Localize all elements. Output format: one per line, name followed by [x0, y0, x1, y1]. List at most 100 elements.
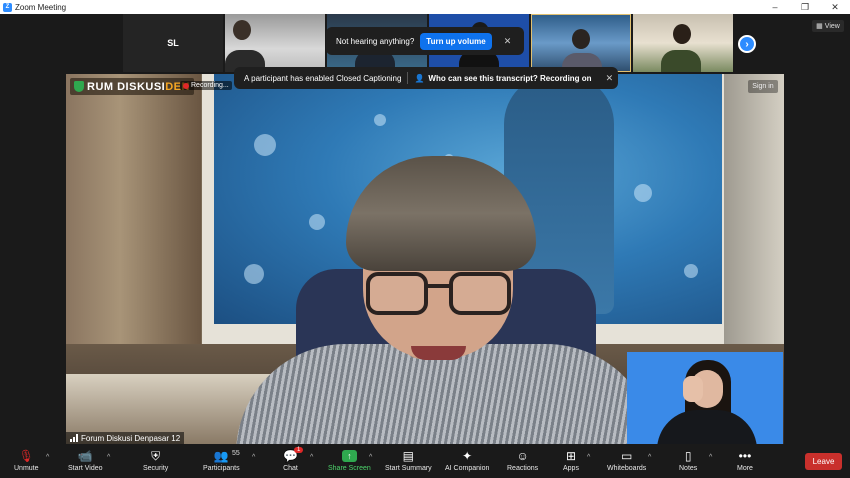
chevron-right-icon: ›	[745, 38, 749, 50]
whiteboards-button[interactable]: ▭ Whiteboards	[607, 448, 646, 472]
chevron-up-icon[interactable]: ^	[46, 454, 49, 461]
ai-companion-button[interactable]: ✦ AI Companion	[445, 448, 489, 472]
share-screen-button[interactable]: ↑ Share Screen	[328, 448, 371, 472]
chevron-up-icon[interactable]: ^	[648, 454, 651, 461]
title-bar: Z Zoom Meeting – ❐ ✕	[0, 0, 850, 14]
notes-label: Notes	[679, 465, 698, 472]
transcript-info-link[interactable]: Who can see this transcript? Recording o…	[428, 74, 591, 83]
participant-name-label: Forum Diskusi Denpasar 12	[66, 432, 185, 444]
participant-tile-active[interactable]	[531, 14, 631, 72]
painting-bubble	[254, 134, 276, 156]
volume-notification-text: Not hearing anything?	[336, 36, 415, 46]
security-button[interactable]: ⛨ Security	[143, 448, 169, 473]
divider	[407, 72, 409, 84]
interpreter-body	[657, 410, 757, 444]
close-icon[interactable]: ✕	[606, 73, 614, 84]
participant-tile[interactable]: SL	[123, 14, 223, 72]
sign-language-interpreter-video[interactable]	[627, 352, 783, 444]
sign-in-button[interactable]: Sign in	[748, 80, 778, 93]
security-label: Security	[143, 465, 169, 472]
whiteboards-label: Whiteboards	[607, 465, 647, 472]
start-summary-button[interactable]: ▤ Start Summary	[385, 448, 432, 472]
chat-badge: 1	[294, 447, 304, 453]
painting-bubble	[634, 184, 652, 202]
participants-count: 55	[232, 450, 240, 457]
chevron-up-icon[interactable]: ^	[310, 454, 313, 461]
apps-button[interactable]: ⊞ Apps	[563, 448, 579, 472]
whiteboard-icon: ▭	[620, 449, 633, 463]
start-video-button[interactable]: 📹 Start Video	[68, 448, 103, 472]
more-label: More	[737, 465, 753, 472]
ai-companion-label: AI Companion	[445, 465, 490, 472]
apps-icon: ⊞	[565, 449, 577, 463]
participant-head	[572, 29, 590, 49]
captions-notification-text: A participant has enabled Closed Caption…	[244, 73, 402, 83]
shield-icon: ⛨	[151, 448, 161, 463]
apps-label: Apps	[563, 465, 579, 472]
captions-notification: A participant has enabled Closed Caption…	[234, 67, 618, 89]
turn-up-volume-button[interactable]: Turn up volume	[420, 32, 492, 50]
gallery-next-button[interactable]: ›	[738, 35, 756, 53]
chevron-up-icon[interactable]: ^	[709, 454, 712, 461]
chat-label: Chat	[283, 465, 298, 472]
glasses-lens	[366, 272, 428, 315]
share-screen-icon: ↑	[341, 450, 357, 462]
glasses-lens	[449, 272, 511, 315]
recording-dot-icon	[183, 82, 189, 89]
minimize-button[interactable]: –	[760, 2, 790, 12]
close-window-button[interactable]: ✕	[820, 2, 850, 13]
share-screen-label: Share Screen	[328, 465, 371, 472]
recording-label: Recording...	[191, 82, 229, 89]
signal-icon	[70, 434, 78, 442]
notes-icon: ▯	[684, 449, 692, 463]
shield-icon	[74, 81, 84, 92]
participant-initials: SL	[167, 38, 179, 48]
window-title: Zoom Meeting	[15, 2, 67, 12]
zoom-logo-icon: Z	[3, 2, 12, 12]
glasses-bridge	[428, 284, 450, 288]
notes-button[interactable]: ▯ Notes	[679, 448, 697, 472]
more-icon: •••	[738, 449, 752, 463]
participant-tile[interactable]	[633, 14, 733, 72]
forum-logo: RUM DISKUSI DEN	[70, 78, 194, 95]
sparkle-icon: ✦	[462, 449, 473, 463]
participant-head	[233, 20, 251, 40]
chevron-up-icon[interactable]: ^	[369, 454, 372, 461]
chevron-up-icon[interactable]: ^	[252, 454, 255, 461]
microphone-muted-icon: 🎙	[18, 449, 34, 463]
painting-bubble	[374, 114, 386, 126]
close-icon[interactable]: ✕	[504, 36, 512, 47]
painting-bubble	[309, 214, 325, 230]
unmute-button[interactable]: 🎙 Unmute	[14, 448, 39, 472]
reactions-label: Reactions	[507, 465, 539, 472]
participants-label: Participants	[203, 465, 240, 472]
painting-bubble	[244, 264, 264, 284]
more-button[interactable]: ••• More	[737, 448, 753, 472]
transcript-icon: 👤	[414, 73, 425, 83]
reactions-button[interactable]: ☺ Reactions	[507, 448, 538, 472]
participant-body	[661, 50, 701, 72]
leave-button[interactable]: Leave	[805, 453, 842, 470]
view-label: View	[824, 22, 840, 30]
speaker-mouth	[411, 346, 466, 360]
interpreter-hand	[683, 376, 703, 402]
participant-name: Forum Diskusi Denpasar 12	[81, 433, 181, 443]
view-button[interactable]: ▦ View	[812, 20, 844, 32]
restore-button[interactable]: ❐	[790, 2, 820, 13]
video-off-icon: 📹	[77, 449, 93, 463]
chevron-up-icon[interactable]: ^	[587, 454, 590, 461]
recording-indicator[interactable]: Recording...	[180, 81, 232, 90]
participant-tile[interactable]	[225, 14, 325, 72]
chevron-up-icon[interactable]: ^	[107, 454, 110, 461]
participant-head	[673, 24, 691, 44]
summary-icon: ▤	[402, 449, 415, 463]
start-summary-label: Start Summary	[385, 465, 432, 472]
meeting-toolbar: 🎙 Unmute ^ 📹 Start Video ^ ⛨ Security 👥 …	[0, 444, 850, 478]
unmute-label: Unmute	[14, 465, 39, 472]
emoji-icon: ☺	[516, 449, 529, 463]
start-video-label: Start Video	[68, 465, 103, 472]
participants-icon: 👥	[213, 449, 229, 463]
grid-icon: ▦	[816, 23, 823, 30]
painting-bubble	[684, 264, 698, 278]
speaker-glasses	[366, 272, 511, 317]
